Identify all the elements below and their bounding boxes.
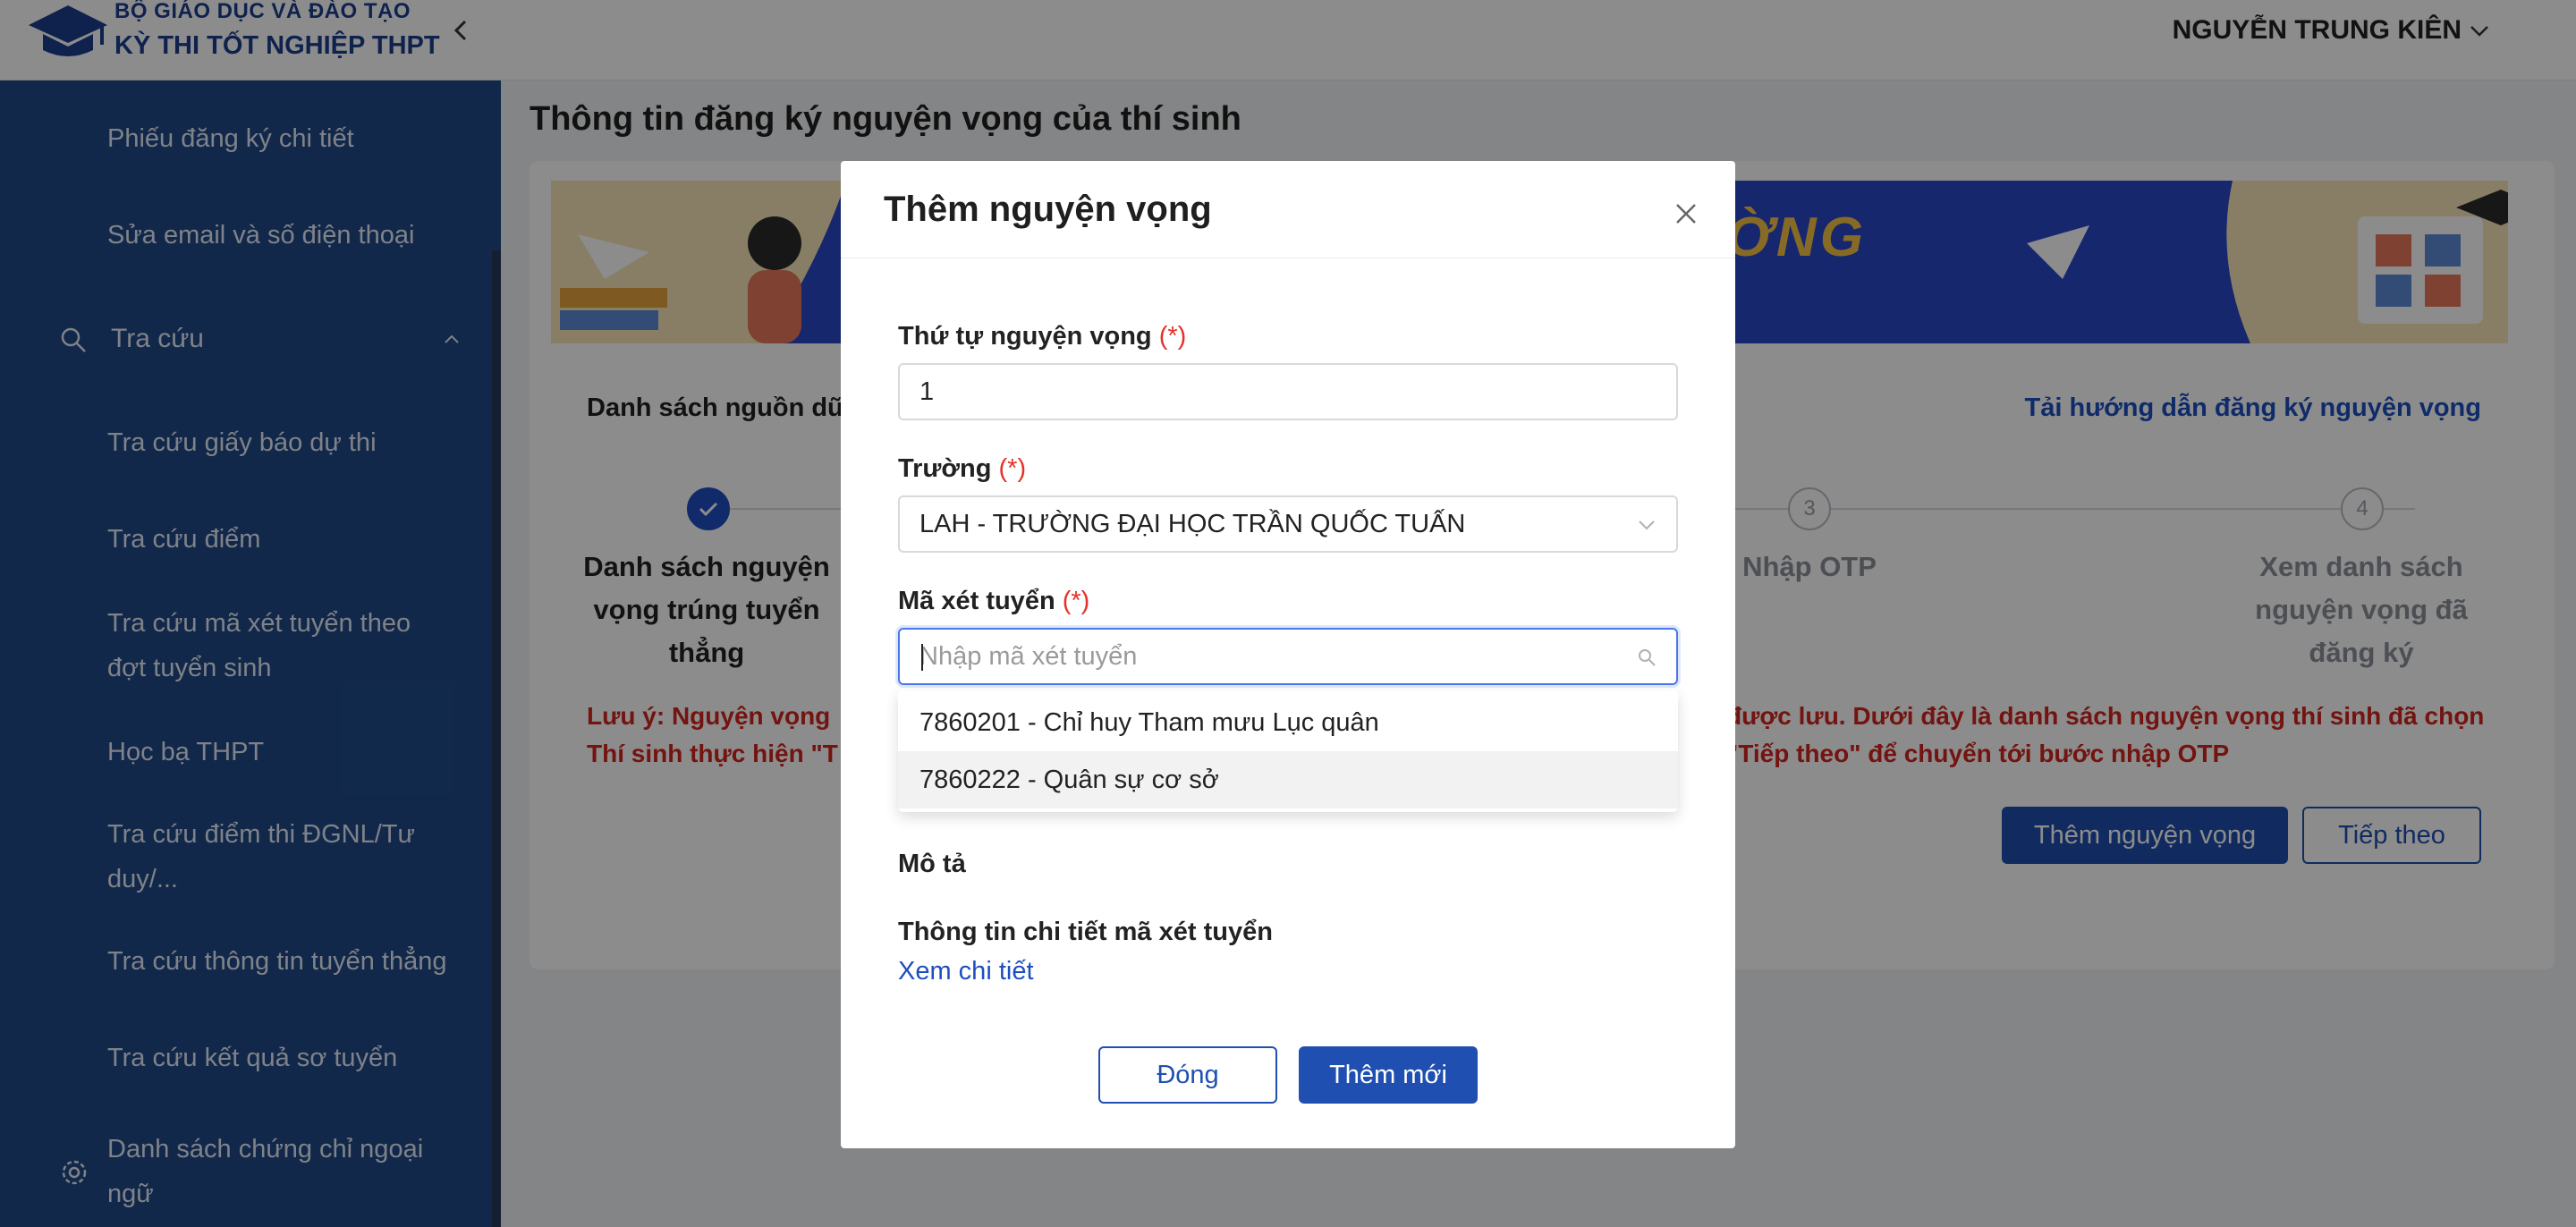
school-select[interactable]: LAH - TRƯỜNG ĐẠI HỌC TRẦN QUỐC TUẤN <box>898 495 1678 553</box>
add-wish-modal: Thêm nguyện vọng Thứ tự nguyện vọng (*) … <box>841 161 1735 1148</box>
required-mark: (*) <box>1062 587 1090 615</box>
modal-title: Thêm nguyện vọng <box>884 190 1212 229</box>
required-mark: (*) <box>998 454 1027 483</box>
order-input[interactable]: 1 <box>898 363 1678 420</box>
text-caret <box>921 644 923 671</box>
order-label: Thứ tự nguyện vọng (*) <box>898 322 1187 351</box>
add-new-button[interactable]: Thêm mới <box>1299 1046 1478 1104</box>
code-dropdown: 7860201 - Chỉ huy Tham mưu Lục quân 7860… <box>898 690 1678 812</box>
required-mark: (*) <box>1158 322 1187 351</box>
close-button[interactable]: Đóng <box>1098 1046 1277 1104</box>
school-label: Trường (*) <box>898 454 1027 483</box>
code-detail-label: Thông tin chi tiết mã xét tuyển <box>898 918 1273 946</box>
view-detail-link[interactable]: Xem chi tiết <box>898 957 1034 986</box>
dropdown-option[interactable]: 7860201 - Chỉ huy Tham mưu Lục quân <box>898 694 1678 751</box>
dropdown-option-highlighted[interactable]: 7860222 - Quân sự cơ sở <box>898 751 1678 808</box>
search-icon <box>1639 649 1656 666</box>
code-label: Mã xét tuyển (*) <box>898 587 1090 615</box>
close-icon[interactable] <box>1673 200 1699 227</box>
chevron-down-icon <box>1639 520 1655 530</box>
description-label: Mô tả <box>898 850 966 878</box>
code-search-input[interactable]: Nhập mã xét tuyển <box>898 628 1678 685</box>
